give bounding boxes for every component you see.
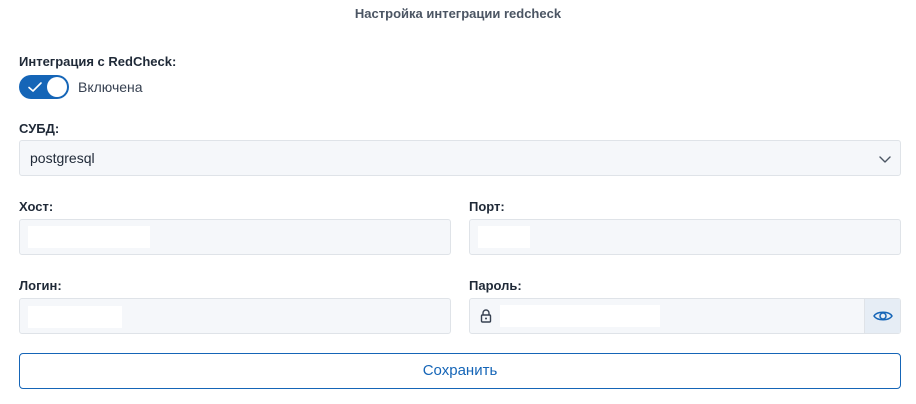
show-password-button[interactable] xyxy=(864,299,900,333)
port-input[interactable] xyxy=(469,219,901,255)
lock-icon xyxy=(480,309,492,323)
port-label: Порт: xyxy=(469,199,505,214)
page-title: Настройка интеграции redcheck xyxy=(354,6,562,21)
chevron-down-icon xyxy=(879,156,891,163)
dbms-select-value: postgresql xyxy=(30,150,95,166)
password-value xyxy=(500,305,660,327)
eye-icon xyxy=(873,311,893,321)
login-value xyxy=(28,306,122,328)
integration-toggle-row: Включена xyxy=(19,75,143,99)
login-input[interactable] xyxy=(19,298,451,334)
integration-toggle[interactable] xyxy=(19,75,69,99)
integration-status-text: Включена xyxy=(78,79,143,95)
port-value xyxy=(478,226,530,248)
password-input[interactable] xyxy=(469,298,901,334)
save-button[interactable]: Сохранить xyxy=(19,353,901,389)
dbms-label: СУБД: xyxy=(19,121,60,136)
host-label: Хост: xyxy=(19,199,54,214)
dbms-select[interactable]: postgresql xyxy=(19,140,901,176)
check-icon xyxy=(28,82,42,92)
integration-label: Интеграция с RedCheck: xyxy=(19,54,177,69)
password-label: Пароль: xyxy=(469,278,522,293)
host-input[interactable] xyxy=(19,219,451,255)
toggle-knob xyxy=(47,77,67,97)
login-label: Логин: xyxy=(19,278,62,293)
host-value xyxy=(28,226,150,248)
